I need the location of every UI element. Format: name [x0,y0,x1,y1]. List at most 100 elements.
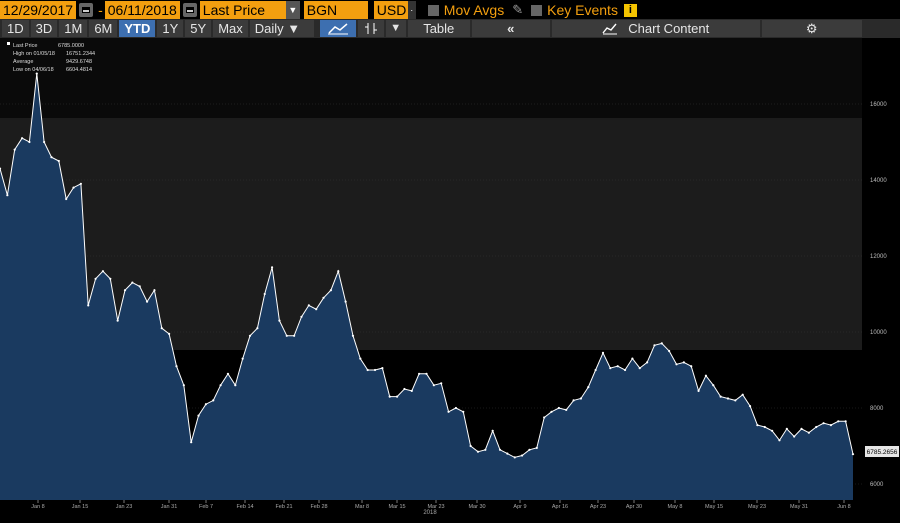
price-point [528,448,531,451]
price-point [454,406,458,410]
price-point [388,395,391,398]
price-point [520,454,524,457]
price-point [815,425,818,429]
price-point [535,446,538,449]
price-point [351,334,355,337]
price-point [145,300,149,303]
price-chart[interactable]: 6000 8000 10000 12000 14000 16000 Jan 8 Jan 15… [0,38,900,518]
period-toolbar: 1D 3D 1M 6M YTD 1Y 5Y Max Daily ▼ ▼ Table « Cha… [0,19,900,38]
price-point [572,399,575,402]
chart-content-icon [602,23,618,35]
price-point [13,148,16,151]
start-date-field[interactable]: 12/29/2017 [0,1,77,19]
price-point [748,405,752,408]
price-point [153,289,156,292]
price-point [418,372,421,375]
x-tick-label: Feb 21 [275,504,292,510]
period-1m[interactable]: 1M [59,20,88,37]
period-max[interactable]: Max [213,20,248,37]
chart-content-button[interactable]: Chart Content [551,20,760,37]
price-point [366,368,369,372]
calendar-icon[interactable] [79,3,94,17]
field-dropdown-icon[interactable]: ▼ [285,1,300,19]
x-tick-label: Apr 23 [590,504,606,510]
price-point [329,289,333,292]
price-point [653,344,656,347]
price-point [476,450,480,453]
price-point [829,424,833,427]
currency-label-field[interactable]: BGN [303,1,368,19]
period-1y[interactable]: 1Y [157,20,184,37]
pencil-icon[interactable]: ✎ [512,2,523,18]
price-point [204,403,207,406]
x-tick-label: Jan 23 [116,504,133,510]
price-point [484,448,487,451]
price-point [763,425,766,429]
price-point [57,159,60,163]
collapse-button[interactable]: « [471,20,550,37]
price-point [116,319,119,322]
price-point [704,374,708,377]
upper-band [0,38,862,118]
x-tick-label: Jan 8 [31,504,44,510]
calendar-icon[interactable] [182,3,197,17]
x-tick-label: May 15 [705,504,723,510]
price-point [94,277,97,280]
line-chart-icon-button[interactable] [319,20,356,37]
y-tick-label: 12000 [870,254,887,260]
x-tick-label: Mar 30 [468,504,485,510]
frequency-select[interactable]: Daily ▼ [249,20,314,37]
price-point [498,448,502,451]
double-chevron-left-icon: « [507,21,515,36]
chart-type-dropdown[interactable]: ▼ [385,20,406,37]
price-point [278,319,281,322]
mov-avgs-label[interactable]: Mov Avgs [444,2,504,18]
period-3d[interactable]: 3D [30,20,58,37]
x-tick-label: May 8 [668,504,683,510]
key-events-label[interactable]: Key Events [547,2,618,18]
price-point [160,327,163,330]
period-6m[interactable]: 6M [89,20,118,37]
price-point [219,384,222,387]
settings-button[interactable]: ⚙ [761,20,862,37]
price-point [197,414,200,417]
price-point [72,186,75,189]
x-tick-label: Feb 7 [199,504,213,510]
price-point [131,281,134,284]
x-tick-label: May 31 [790,504,808,510]
field-select[interactable]: Last Price [199,1,286,19]
price-point [43,140,46,144]
x-tick-label: Jan 15 [72,504,89,510]
mov-avgs-checkbox[interactable] [427,4,439,16]
price-point [432,384,435,387]
gear-icon: ⚙ [805,21,818,36]
currency-dropdown-icon[interactable]: · [407,1,416,19]
last-value-label: 6785.2656 [867,449,898,456]
price-point [182,384,185,387]
table-button[interactable]: Table [407,20,470,37]
period-1d[interactable]: 1D [2,20,29,37]
period-5y[interactable]: 5Y [185,20,212,37]
price-point [79,182,82,185]
price-point [123,289,127,292]
candle-chart-button[interactable] [357,20,384,37]
price-point [263,292,266,296]
chart-svg[interactable]: 6000 8000 10000 12000 14000 16000 Jan 8 Jan 15… [0,38,900,518]
frequency-label: Daily [254,21,284,36]
price-point [616,365,619,368]
x-tick-label: Jan 31 [161,504,178,510]
key-events-checkbox[interactable] [531,4,543,16]
period-ytd[interactable]: YTD [119,20,156,37]
chart-content-label: Chart Content [628,21,710,36]
price-point [190,441,193,444]
end-date-field[interactable]: 06/11/2018 [104,1,180,19]
price-point [175,365,178,368]
currency-field[interactable]: USD [373,1,408,19]
price-point [778,439,781,442]
price-point [234,384,237,387]
price-point [646,361,649,364]
price-point [248,334,252,337]
info-icon[interactable]: i [623,3,637,17]
price-point [20,137,24,140]
price-point [337,270,340,273]
